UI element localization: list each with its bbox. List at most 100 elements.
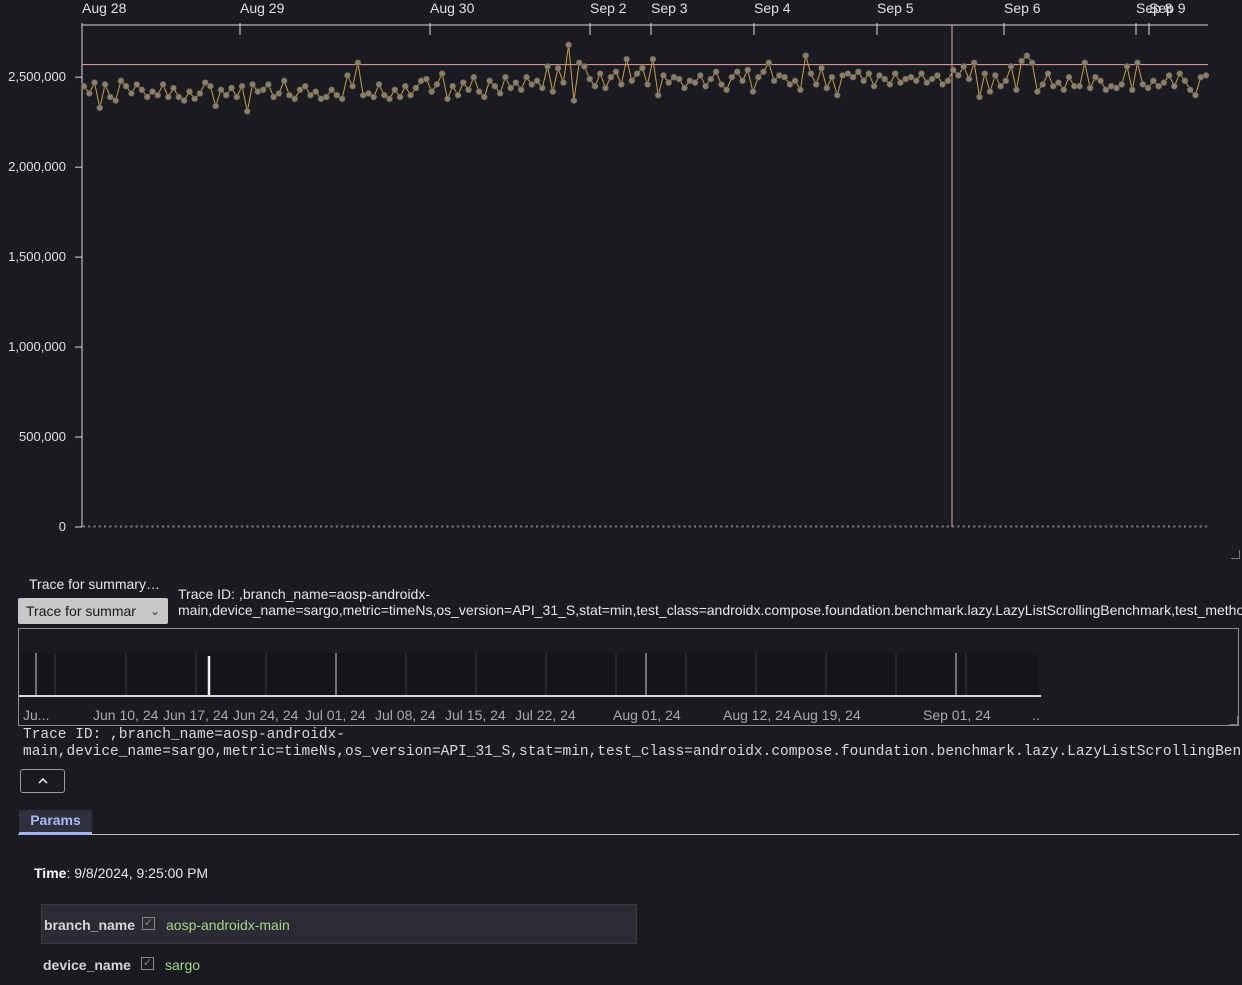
data-point[interactable] — [570, 97, 578, 104]
data-point[interactable] — [765, 59, 773, 67]
data-point[interactable] — [296, 86, 304, 94]
data-point[interactable] — [949, 66, 957, 74]
data-point[interactable] — [117, 77, 125, 85]
data-point[interactable] — [1181, 77, 1189, 85]
data-point[interactable] — [1028, 59, 1036, 67]
data-point[interactable] — [1097, 77, 1104, 85]
trace-select-dropdown[interactable]: Trace for summar ⌄ — [18, 598, 168, 624]
data-point[interactable] — [960, 63, 968, 70]
data-point[interactable] — [475, 88, 483, 95]
data-point[interactable] — [854, 68, 862, 76]
data-point[interactable] — [449, 82, 457, 90]
data-point[interactable] — [301, 82, 309, 90]
data-point[interactable] — [675, 75, 683, 83]
summary-resize-handle[interactable] — [1229, 716, 1238, 725]
data-point[interactable] — [870, 82, 878, 90]
summary-chart-panel[interactable]: Ju... Jun 10, 24 Jun 17, 24 Jun 24, 24 Jul 0… — [18, 628, 1239, 726]
data-point[interactable] — [80, 82, 88, 90]
data-point[interactable] — [1186, 86, 1194, 94]
data-point[interactable] — [265, 81, 272, 88]
param-value[interactable]: sargo — [165, 957, 200, 973]
data-point[interactable] — [1155, 82, 1162, 90]
data-point[interactable] — [639, 64, 646, 72]
data-point[interactable] — [217, 86, 225, 94]
data-point[interactable] — [681, 84, 688, 92]
data-point[interactable] — [591, 82, 599, 90]
data-point[interactable] — [728, 73, 736, 81]
data-point[interactable] — [249, 81, 256, 88]
data-point[interactable] — [338, 95, 346, 103]
data-point[interactable] — [712, 68, 720, 76]
data-point[interactable] — [1002, 77, 1010, 85]
data-point[interactable] — [791, 77, 799, 85]
data-point[interactable] — [170, 84, 177, 92]
data-point[interactable] — [581, 63, 588, 70]
checkbox-icon[interactable]: ✓ — [142, 917, 155, 930]
data-point[interactable] — [1081, 59, 1089, 67]
data-point[interactable] — [802, 52, 810, 59]
data-point[interactable] — [91, 79, 98, 86]
data-point[interactable] — [322, 93, 330, 101]
data-point[interactable] — [454, 91, 462, 99]
data-point[interactable] — [1171, 82, 1178, 90]
data-point[interactable] — [565, 41, 572, 49]
data-point[interactable] — [133, 81, 140, 88]
data-point[interactable] — [1150, 77, 1157, 85]
data-point[interactable] — [238, 82, 246, 90]
data-point[interactable] — [517, 86, 525, 94]
data-point[interactable] — [965, 75, 973, 83]
data-point[interactable] — [344, 72, 351, 79]
data-point[interactable] — [844, 70, 852, 77]
data-point[interactable] — [486, 77, 493, 85]
data-point[interactable] — [944, 77, 952, 85]
data-point[interactable] — [375, 81, 383, 88]
data-point[interactable] — [749, 88, 757, 95]
data-point[interactable] — [1144, 84, 1152, 92]
param-value[interactable]: aosp-androidx-main — [166, 917, 290, 933]
data-point[interactable] — [617, 81, 625, 88]
data-point[interactable] — [307, 91, 314, 99]
data-point[interactable] — [280, 77, 288, 85]
data-point[interactable] — [628, 77, 636, 85]
data-point[interactable] — [912, 77, 920, 85]
summary-chart[interactable]: Ju... Jun 10, 24 Jun 17, 24 Jun 24, 24 Jul 0… — [19, 629, 1238, 725]
data-point[interactable] — [1192, 91, 1199, 99]
data-point[interactable] — [438, 70, 446, 77]
data-point[interactable] — [423, 75, 430, 83]
data-point[interactable] — [259, 86, 267, 94]
data-point[interactable] — [733, 68, 741, 76]
data-point[interactable] — [228, 84, 235, 92]
data-point[interactable] — [586, 75, 594, 83]
data-point[interactable] — [696, 72, 704, 79]
data-point[interactable] — [934, 72, 941, 79]
data-point[interactable] — [1039, 81, 1046, 88]
data-point[interactable] — [333, 91, 341, 99]
data-point[interactable] — [275, 90, 283, 97]
data-point[interactable] — [86, 90, 93, 97]
data-point[interactable] — [138, 86, 146, 94]
data-point[interactable] — [412, 84, 420, 92]
data-point[interactable] — [886, 81, 894, 88]
data-point[interactable] — [575, 59, 583, 67]
data-point[interactable] — [244, 108, 251, 115]
data-point[interactable] — [1202, 72, 1210, 79]
data-point[interactable] — [991, 72, 999, 79]
data-point[interactable] — [502, 73, 509, 81]
data-point[interactable] — [1086, 84, 1094, 92]
data-point[interactable] — [770, 77, 778, 85]
data-point[interactable] — [1123, 63, 1131, 70]
data-point[interactable] — [744, 66, 752, 74]
data-point[interactable] — [823, 84, 831, 92]
data-point[interactable] — [523, 73, 530, 81]
data-point[interactable] — [1118, 81, 1125, 88]
data-point[interactable] — [191, 95, 198, 103]
data-point[interactable] — [633, 70, 641, 77]
data-point[interactable] — [396, 93, 404, 101]
data-point[interactable] — [291, 95, 299, 103]
data-point[interactable] — [596, 70, 604, 77]
data-point[interactable] — [391, 86, 399, 94]
data-point[interactable] — [370, 93, 378, 101]
chart-resize-handle[interactable] — [1231, 550, 1240, 559]
data-point[interactable] — [328, 86, 335, 94]
checkbox-icon[interactable]: ✓ — [141, 957, 154, 970]
